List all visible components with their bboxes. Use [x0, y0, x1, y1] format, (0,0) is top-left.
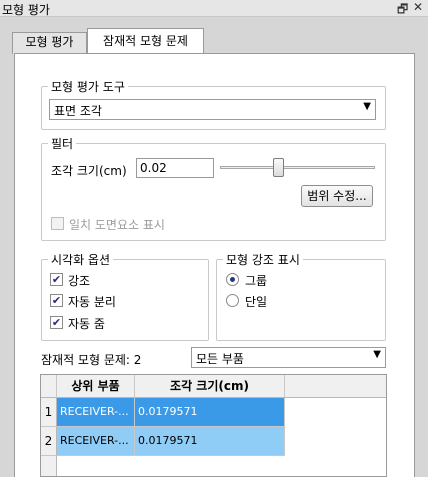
tool-select-value: 표면 조각: [54, 104, 102, 118]
column-header-empty: [285, 375, 386, 398]
tool-select[interactable]: 표면 조각 ▼: [49, 99, 376, 120]
column-header-parent-part[interactable]: 상위 부품: [57, 375, 135, 398]
visualization-group: 시각화 옵션: [41, 251, 209, 341]
table-cell-size[interactable]: 0.0179571: [135, 427, 285, 456]
visualization-group-legend: 시각화 옵션: [51, 253, 111, 267]
auto-zoom-label: 자동 줌: [68, 317, 105, 331]
auto-separate-label: 자동 분리: [68, 295, 116, 309]
close-icon[interactable]: ✕: [413, 0, 423, 14]
model-highlight-group: 모형 강조 표시: [216, 251, 386, 341]
table-cell-part[interactable]: RECEIVER-...: [57, 427, 135, 456]
tab-bar: 모형 평가 잠재적 모형 문제: [0, 17, 428, 56]
chevron-down-icon: ▼: [373, 349, 381, 360]
size-slider-thumb[interactable]: [273, 158, 285, 177]
chevron-down-icon: ▼: [363, 101, 371, 112]
issues-table: 상위 부품 조각 크기(cm) 1 RECEIVER-... 0.0179571…: [40, 374, 387, 477]
table-cell-part[interactable]: RECEIVER-...: [57, 398, 135, 427]
auto-zoom-checkbox[interactable]: ✔: [50, 316, 63, 329]
table-cell-size[interactable]: 0.0179571: [135, 398, 285, 427]
size-input[interactable]: 0.02: [136, 158, 214, 178]
filter-group-legend: 필터: [51, 137, 74, 151]
size-slider-track[interactable]: [220, 166, 375, 169]
highlight-label: 강조: [68, 274, 91, 288]
single-radio-label: 단일: [245, 295, 268, 309]
tab-potential-model-issues[interactable]: 잠재적 모형 문제: [87, 28, 204, 56]
tab-model-evaluation[interactable]: 모형 평가: [12, 32, 87, 54]
table-corner: [41, 375, 57, 398]
part-filter-select[interactable]: 모든 부품 ▼: [191, 347, 386, 368]
highlight-checkbox[interactable]: ✔: [50, 273, 63, 286]
row-header[interactable]: 1: [41, 398, 57, 427]
show-matching-entities-checkbox[interactable]: [51, 217, 64, 230]
model-highlight-group-legend: 모형 강조 표시: [226, 253, 300, 267]
group-radio-label: 그룹: [245, 274, 268, 288]
column-header-fragment-size[interactable]: 조각 크기(cm): [135, 375, 285, 398]
size-label: 조각 크기(cm): [51, 164, 127, 178]
issues-count-label: 잠재적 모형 문제: 2: [41, 353, 142, 367]
row-header-empty: [41, 456, 57, 476]
window-title: 모형 평가: [2, 3, 50, 17]
group-radio[interactable]: [226, 273, 239, 286]
row-header[interactable]: 2: [41, 427, 57, 456]
tool-group-legend: 모형 평가 도구: [51, 80, 125, 94]
auto-separate-checkbox[interactable]: ✔: [50, 294, 63, 307]
single-radio[interactable]: [226, 294, 239, 307]
edit-range-button[interactable]: 범위 수정...: [301, 185, 373, 207]
part-filter-value: 모든 부품: [196, 352, 244, 366]
title-bar: 모형 평가 🗗 ✕: [0, 0, 428, 17]
show-matching-entities-label: 일치 도면요소 표시: [69, 218, 165, 232]
